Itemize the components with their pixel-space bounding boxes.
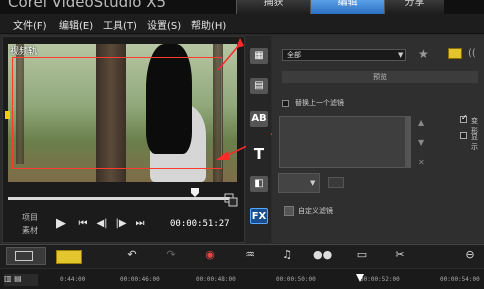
graphic-icon[interactable]: ◧ bbox=[250, 176, 268, 192]
storyboard-view-button[interactable] bbox=[6, 247, 46, 265]
replace-filter-checkbox[interactable] bbox=[282, 100, 289, 107]
annotation-arrow-top bbox=[217, 43, 241, 71]
mode-project-label[interactable]: 项目 bbox=[22, 212, 38, 223]
ruler-tick: 0:44:00 bbox=[60, 276, 86, 283]
end-icon[interactable]: ⏭ bbox=[133, 218, 147, 230]
home-icon[interactable]: ⏮ bbox=[76, 218, 90, 230]
timecode[interactable]: 00:00:51:27 bbox=[170, 219, 230, 229]
ruler-tick: 00:00:54:00 bbox=[440, 276, 480, 283]
show-checkbox[interactable] bbox=[460, 132, 467, 139]
timeline-view-button[interactable] bbox=[56, 250, 82, 264]
scrubber-bar[interactable] bbox=[8, 197, 230, 200]
show-label: 显示 bbox=[471, 133, 478, 151]
media-icon[interactable]: ▦ bbox=[250, 48, 268, 64]
multi-trim-icon[interactable]: ✂ bbox=[392, 248, 408, 262]
previous-frame-icon[interactable]: ◀| bbox=[95, 218, 109, 230]
chevron-down-icon[interactable]: ▼ bbox=[398, 51, 403, 59]
zoom-out-icon[interactable]: ⊖ bbox=[462, 248, 478, 262]
track-manager-icon[interactable]: ▥ ▤ bbox=[4, 274, 38, 286]
filter-list[interactable] bbox=[279, 116, 411, 168]
ruler-tick: 00:00:46:00 bbox=[120, 276, 160, 283]
arrow-head-icon bbox=[236, 38, 244, 48]
sound-mixer-icon[interactable]: ♒ bbox=[242, 248, 258, 262]
playhead-marker[interactable] bbox=[356, 274, 364, 282]
title-icon[interactable]: T bbox=[250, 146, 268, 162]
chevron-down-icon[interactable]: ▼ bbox=[310, 179, 315, 187]
filter-list-scrollbar[interactable] bbox=[405, 117, 411, 167]
replace-filter-label: 替换上一个滤镜 bbox=[295, 99, 344, 107]
scrubber-handle-icon[interactable] bbox=[191, 188, 199, 197]
play-icon[interactable]: ▶ bbox=[54, 217, 68, 230]
add-star-icon[interactable]: ★ bbox=[418, 47, 429, 61]
gallery-dropdown[interactable]: 全部 bbox=[282, 49, 406, 61]
ruler-tick: 00:00:50:00 bbox=[276, 276, 316, 283]
filmstrip-icon bbox=[15, 251, 33, 261]
library-preview-header: 预览 bbox=[282, 71, 478, 83]
instant-project-icon[interactable]: ▤ bbox=[250, 78, 268, 94]
remove-filter-icon[interactable]: ✕ bbox=[418, 158, 425, 167]
auto-music-icon[interactable]: ♫ bbox=[279, 248, 295, 262]
move-down-icon[interactable]: ▼ bbox=[418, 138, 424, 147]
customize-icon[interactable] bbox=[328, 177, 344, 188]
motion-track-icon[interactable]: ●● bbox=[313, 248, 332, 262]
checkmark-icon: ✓ bbox=[461, 113, 468, 122]
view-mode-icon[interactable] bbox=[448, 48, 462, 59]
arrow-head-icon bbox=[216, 151, 230, 160]
record-capture-icon[interactable]: ◉ bbox=[202, 248, 218, 262]
subtitle-icon[interactable]: ▭ bbox=[354, 248, 370, 262]
transition-icon[interactable]: AB bbox=[250, 111, 268, 127]
move-up-icon[interactable]: ▲ bbox=[418, 118, 424, 127]
custom-filter-label[interactable]: 自定义滤镜 bbox=[298, 206, 333, 216]
redo-icon[interactable]: ↷ bbox=[163, 248, 179, 262]
mode-clip-label[interactable]: 素材 bbox=[22, 225, 38, 236]
ruler-tick: 00:00:48:00 bbox=[196, 276, 236, 283]
filter-fx-icon[interactable]: FX bbox=[250, 208, 268, 224]
next-frame-icon[interactable]: |▶ bbox=[114, 218, 128, 230]
ruler-tick: 00:00:52:00 bbox=[360, 276, 400, 283]
audio-icon[interactable]: (( bbox=[468, 48, 476, 59]
custom-filter-icon[interactable] bbox=[284, 206, 294, 216]
undo-icon[interactable]: ↶ bbox=[124, 248, 140, 262]
enlarge-icon[interactable] bbox=[224, 193, 238, 207]
